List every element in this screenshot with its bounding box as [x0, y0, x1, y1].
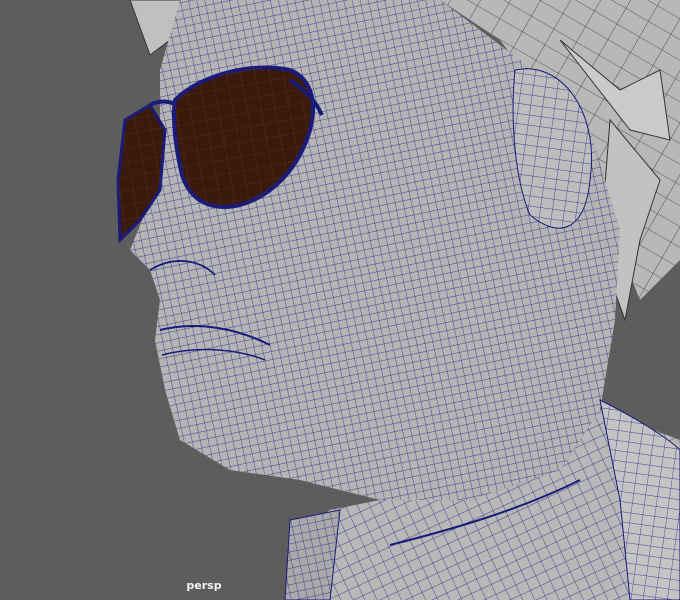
mesh-render [116, 0, 680, 600]
persp-viewport[interactable]: persp [0, 0, 680, 600]
head-mesh [130, 0, 620, 500]
camera-label: persp [186, 579, 222, 592]
